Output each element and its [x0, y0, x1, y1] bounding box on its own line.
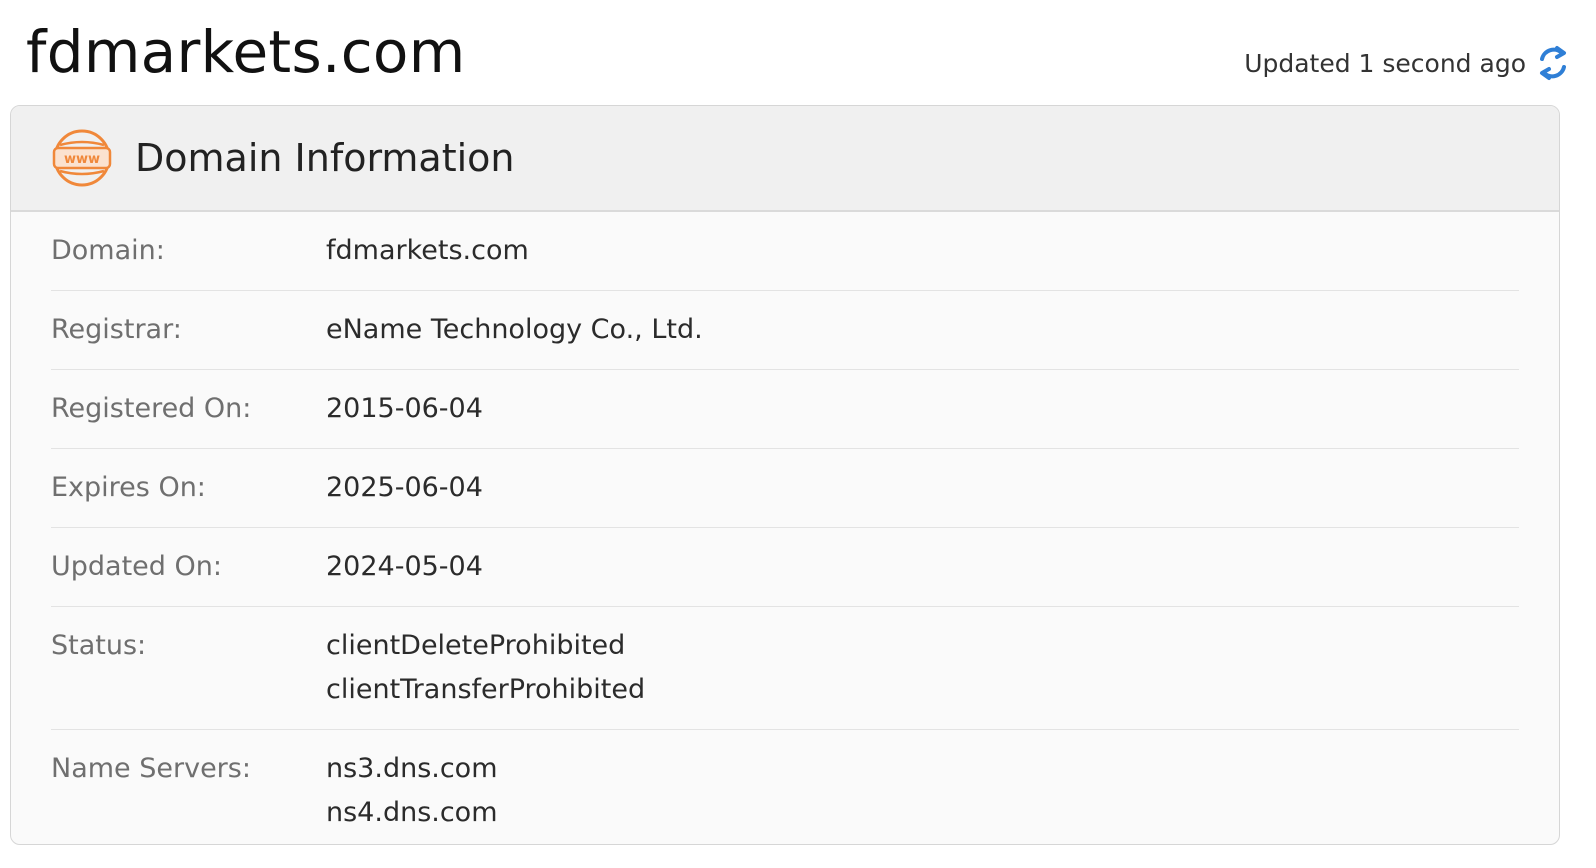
- domain-information-card: www Domain Information Domain: fdmarkets.…: [10, 105, 1560, 845]
- info-row-label: Registered On:: [51, 393, 252, 424]
- updated-text: Updated 1 second ago: [1244, 48, 1526, 78]
- www-globe-icon: www: [51, 127, 113, 189]
- info-row-value: clientDeleteProhibited clientTransferProh…: [326, 624, 645, 712]
- info-row: Domain: fdmarkets.com: [51, 212, 1519, 291]
- info-row: Updated On: 2024-05-04: [51, 528, 1519, 607]
- info-row: Status: clientDeleteProhibited clientTrans…: [51, 607, 1519, 730]
- updated-status: Updated 1 second ago: [1244, 44, 1570, 82]
- info-row-value-line: fdmarkets.com: [326, 235, 529, 266]
- info-row-label: Expires On:: [51, 472, 206, 503]
- info-row-label: Registrar:: [51, 314, 182, 345]
- info-row-label: Updated On:: [51, 551, 222, 582]
- info-row-value: 2015-06-04: [326, 387, 483, 431]
- info-row-value: 2025-06-04: [326, 466, 483, 510]
- info-row-value-line: clientDeleteProhibited: [326, 630, 626, 661]
- info-row-value-line: eName Technology Co., Ltd.: [326, 314, 703, 345]
- svg-text:www: www: [64, 152, 100, 167]
- info-row: Registered On: 2015-06-04: [51, 370, 1519, 449]
- info-row-value: eName Technology Co., Ltd.: [326, 308, 703, 352]
- card-title: Domain Information: [135, 136, 515, 180]
- info-row-label: Name Servers:: [51, 753, 251, 784]
- info-row-value-line: 2024-05-04: [326, 551, 483, 582]
- info-row: Registrar: eName Technology Co., Ltd.: [51, 291, 1519, 370]
- info-row-label: Domain:: [51, 235, 165, 266]
- info-row-value-line: 2015-06-04: [326, 393, 483, 424]
- domain-info-table: Domain: fdmarkets.com Registrar: eName Tech…: [11, 212, 1559, 844]
- info-row-value-line: clientTransferProhibited: [326, 674, 646, 705]
- refresh-icon[interactable]: [1536, 44, 1570, 82]
- info-row-label: Status:: [51, 630, 147, 661]
- info-row: Expires On: 2025-06-04: [51, 449, 1519, 528]
- info-row-value: fdmarkets.com: [326, 229, 529, 273]
- card-header: www Domain Information: [11, 106, 1559, 212]
- info-row-value-line: 2025-06-04: [326, 472, 483, 503]
- page-title: fdmarkets.com: [26, 18, 466, 86]
- info-row: Name Servers: ns3.dns.com ns4.dns.com: [51, 730, 1519, 844]
- info-row-value: 2024-05-04: [326, 545, 483, 589]
- info-row-value-line: ns4.dns.com: [326, 797, 498, 828]
- info-row-value: ns3.dns.com ns4.dns.com: [326, 747, 498, 835]
- info-row-value-line: ns3.dns.com: [326, 753, 498, 784]
